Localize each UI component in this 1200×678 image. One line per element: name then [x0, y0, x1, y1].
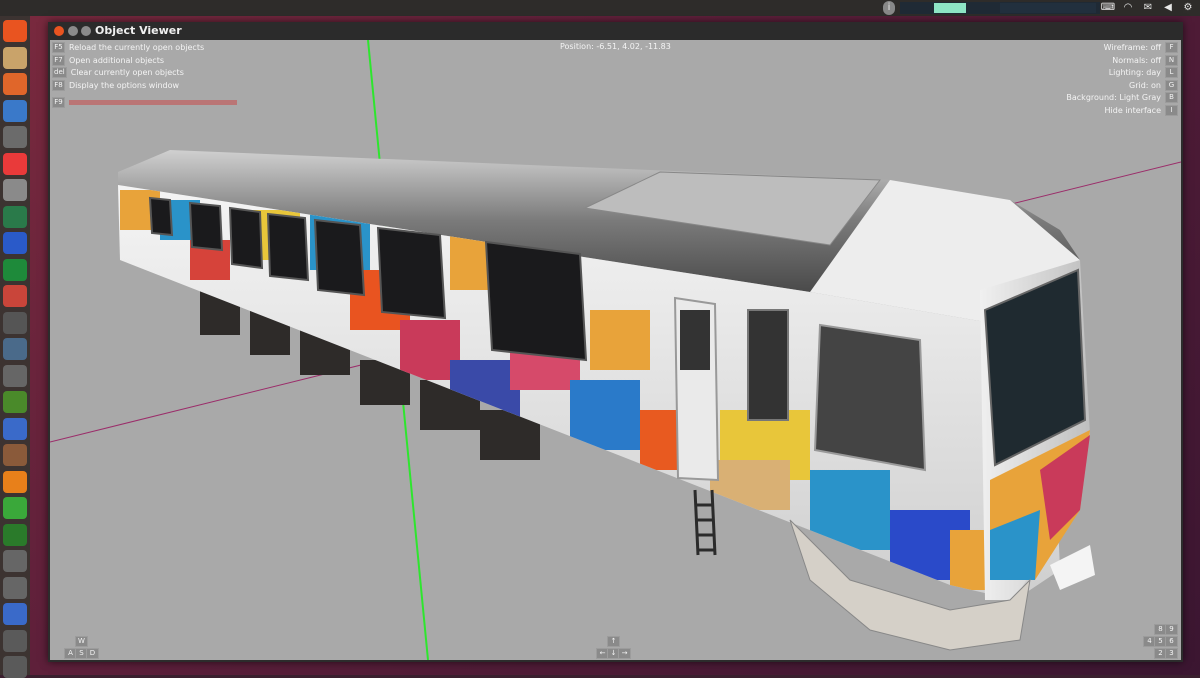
b-icon[interactable]	[3, 576, 27, 599]
globe-icon[interactable]	[3, 205, 27, 228]
key-3[interactable]: 3	[1165, 648, 1178, 659]
ladder	[693, 489, 717, 556]
title-bar[interactable]: Object Viewer	[48, 22, 1183, 40]
hint-text	[69, 100, 237, 105]
object-viewer-window: Object Viewer F5 Reload the currently op…	[48, 22, 1183, 662]
key-6[interactable]: 6	[1165, 636, 1178, 647]
close-icon[interactable]	[54, 26, 64, 36]
top-panel: i ⌨ ◠ ✉ ◀ ⚙	[0, 0, 1200, 16]
info-icon[interactable]: i	[883, 1, 895, 15]
key-right[interactable]: →	[618, 648, 631, 659]
app-icon[interactable]	[3, 629, 27, 652]
status-key[interactable]: I	[1165, 104, 1178, 116]
landscape-icon[interactable]	[3, 391, 27, 413]
keyboard-icon[interactable]: ⌨	[1100, 1, 1116, 15]
system-monitor[interactable]	[900, 2, 1100, 14]
status-key[interactable]: G	[1165, 79, 1178, 91]
window-title: Object Viewer	[95, 24, 182, 37]
command-label: Display the options window	[69, 80, 180, 90]
command-label: Clear currently open objects	[70, 68, 184, 77]
network-icon[interactable]	[3, 232, 27, 254]
status-key[interactable]: N	[1165, 54, 1178, 66]
minimize-icon[interactable]	[68, 26, 78, 36]
command-label: Open additional objects	[69, 55, 165, 65]
command-key[interactable]: F5	[52, 42, 65, 53]
status-row: Background: Light Gray B	[1066, 92, 1178, 103]
ts-icon[interactable]	[3, 311, 27, 334]
chromium-icon[interactable]	[3, 99, 27, 122]
door-window	[747, 309, 789, 421]
command-key[interactable]: F8	[52, 79, 65, 91]
position-readout: Position: -6.51, 4.02, -11.83	[560, 42, 671, 51]
audio-icon[interactable]	[3, 444, 27, 466]
status-row: Wireframe: off F	[1104, 42, 1178, 53]
camera-icon[interactable]	[3, 179, 27, 201]
status-label: Hide interface	[1104, 105, 1161, 115]
status-key[interactable]: L	[1165, 67, 1178, 78]
command-row: F5 Reload the currently open objects	[52, 42, 204, 53]
green-icon[interactable]	[3, 497, 27, 519]
command-row: F7 Open additional objects	[52, 54, 165, 66]
3d-viewport[interactable]: F5 Reload the currently open objects F7 Ope…	[50, 40, 1181, 660]
status-key[interactable]: B	[1165, 92, 1178, 103]
b-icon[interactable]	[3, 550, 27, 572]
status-label: Normals: off	[1112, 55, 1161, 65]
wifi-icon[interactable]: ◠	[1120, 1, 1136, 15]
status-row: Normals: off N	[1112, 54, 1178, 66]
ubuntu-dash-icon[interactable]	[3, 20, 27, 42]
status-row: Lighting: day L	[1109, 67, 1178, 78]
files-icon[interactable]	[3, 46, 27, 69]
status-row: Hide interface I	[1104, 104, 1178, 116]
command-row: del Clear currently open objects	[52, 67, 184, 78]
numpad: 89 456 23	[1143, 624, 1178, 659]
terminal-icon[interactable]	[3, 258, 27, 281]
cab-window	[813, 323, 927, 472]
arrow-pad: ↑ ← ↓ →	[596, 636, 631, 659]
key-d[interactable]: D	[86, 648, 99, 659]
key-9[interactable]: 9	[1165, 624, 1178, 635]
gear-icon[interactable]: ⚙	[1180, 1, 1196, 15]
hint-key[interactable]: F9	[52, 97, 65, 108]
mail-icon[interactable]: ✉	[1140, 1, 1156, 15]
launcher	[0, 16, 30, 678]
command-row: F8 Display the options window	[52, 79, 180, 91]
monitor-icon[interactable]	[3, 338, 27, 360]
blender-icon[interactable]	[3, 470, 27, 493]
status-label: Wireframe: off	[1103, 43, 1161, 52]
speaker-icon[interactable]	[3, 126, 27, 148]
hint-row: F9	[52, 97, 237, 108]
status-key[interactable]: F	[1165, 42, 1178, 53]
status-label: Lighting: day	[1108, 68, 1161, 77]
b-icon[interactable]	[3, 364, 27, 387]
firefox-icon[interactable]	[3, 73, 27, 95]
image-icon[interactable]	[3, 285, 27, 307]
leaf-icon[interactable]	[3, 523, 27, 546]
cube-icon[interactable]	[3, 417, 27, 440]
train-scene	[50, 40, 1181, 660]
maximize-icon[interactable]	[81, 26, 91, 36]
volume-icon[interactable]: ◀	[1160, 1, 1176, 15]
status-label: Grid: on	[1129, 80, 1161, 90]
command-key[interactable]: del	[52, 67, 67, 78]
wasd-pad: W A S D	[64, 636, 99, 659]
status-row: Grid: on G	[1129, 79, 1178, 91]
command-key[interactable]: F7	[52, 54, 65, 66]
music-icon[interactable]	[3, 152, 27, 175]
status-label: Background: Light Gray	[1066, 93, 1161, 102]
doc-icon[interactable]	[3, 603, 27, 625]
command-label: Reload the currently open objects	[69, 43, 205, 52]
